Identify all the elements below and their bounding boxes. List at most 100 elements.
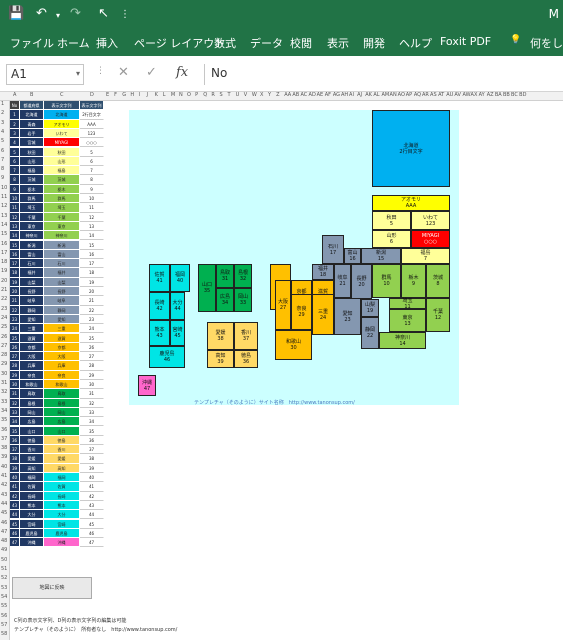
table-cell[interactable]: 福井	[44, 268, 80, 278]
row-header[interactable]: 41	[1, 473, 7, 479]
column-header[interactable]: E	[106, 92, 109, 98]
table-cell[interactable]: 岩手	[20, 128, 44, 139]
table-cell[interactable]: 鹿児島	[20, 528, 44, 539]
table-cell[interactable]: 佐賀	[20, 482, 44, 492]
table-cell[interactable]: 沖縄	[44, 538, 80, 548]
table-cell[interactable]: 21	[80, 296, 104, 306]
table-cell[interactable]: 北海道	[20, 110, 44, 120]
table-cell[interactable]: 37	[10, 445, 20, 455]
table-cell[interactable]: 新潟	[20, 240, 44, 250]
table-cell[interactable]: 徳島	[20, 435, 44, 446]
table-cell[interactable]: 宮城	[20, 138, 44, 148]
column-header[interactable]: L	[163, 92, 166, 98]
table-cell[interactable]: 19	[10, 277, 20, 287]
column-header[interactable]: AQ	[414, 92, 421, 98]
table-cell[interactable]: 栃木	[20, 184, 44, 194]
table-cell[interactable]: 21	[10, 296, 20, 306]
table-cell[interactable]: 群馬	[44, 194, 80, 204]
table-cell[interactable]: 愛媛	[44, 454, 80, 464]
table-cell[interactable]: 兵庫	[20, 361, 44, 371]
column-header[interactable]: Y	[268, 92, 271, 98]
column-header[interactable]: P	[195, 92, 198, 98]
table-cell[interactable]: 山形	[20, 156, 44, 167]
ribbon-tab-4[interactable]: 数式	[214, 35, 236, 51]
table-cell[interactable]: 46	[80, 528, 104, 539]
table-cell[interactable]: 12	[80, 212, 104, 222]
chevron-down-icon[interactable]: ▾	[76, 69, 80, 78]
table-cell[interactable]: 6	[10, 156, 20, 167]
table-cell[interactable]: 45	[80, 519, 104, 529]
formula-input[interactable]: No	[204, 64, 563, 85]
table-cell[interactable]: 岐阜	[20, 296, 44, 306]
table-cell[interactable]: 山口	[44, 426, 80, 436]
table-cell[interactable]: 24	[80, 324, 104, 334]
table-cell[interactable]: 38	[10, 454, 20, 464]
name-box[interactable]: A1 ▾	[6, 64, 84, 85]
row-header[interactable]: 36	[1, 427, 7, 433]
table-cell[interactable]: 17	[80, 259, 104, 269]
row-header[interactable]: 29	[1, 361, 7, 367]
table-cell[interactable]: 新潟	[44, 240, 80, 250]
table-cell[interactable]: 40	[80, 473, 104, 483]
table-cell[interactable]: 44	[80, 510, 104, 520]
row-header[interactable]: 55	[1, 603, 7, 609]
row-header[interactable]: 8	[1, 166, 4, 172]
table-cell[interactable]: 東京	[44, 221, 80, 232]
column-header[interactable]: D	[90, 92, 94, 98]
table-cell[interactable]: 44	[10, 510, 20, 520]
row-header[interactable]: 10	[1, 185, 7, 191]
column-header[interactable]: J	[147, 92, 148, 98]
table-cell[interactable]: 18	[10, 268, 20, 278]
table-cell[interactable]: 鳥取	[20, 389, 44, 399]
table-cell[interactable]: 16	[80, 249, 104, 260]
table-cell[interactable]: 栃木	[44, 184, 80, 194]
table-cell[interactable]: 岡山	[44, 407, 80, 418]
column-header[interactable]: AB	[292, 92, 299, 98]
column-header[interactable]: M	[171, 92, 175, 98]
table-cell[interactable]: 3	[10, 128, 20, 139]
table-cell[interactable]: 11	[80, 203, 104, 213]
table-cell[interactable]: 京都	[20, 342, 44, 353]
column-header[interactable]: N	[179, 92, 183, 98]
column-header[interactable]: AK	[365, 92, 372, 98]
row-header[interactable]: 37	[1, 436, 7, 442]
ribbon-tab-1[interactable]: ホーム	[57, 35, 90, 51]
column-header[interactable]: Z	[276, 92, 279, 98]
row-header[interactable]: 48	[1, 538, 7, 544]
table-cell[interactable]: 1	[10, 110, 20, 120]
table-cell[interactable]: 25	[10, 333, 20, 343]
table-cell[interactable]: 47	[80, 538, 104, 548]
column-header[interactable]: I	[138, 92, 139, 98]
column-header[interactable]: BC	[511, 92, 518, 98]
column-header[interactable]: AG	[333, 92, 340, 98]
table-cell[interactable]: 32	[10, 398, 20, 408]
table-cell[interactable]: 25	[80, 333, 104, 343]
row-header[interactable]: 26	[1, 334, 7, 340]
column-header[interactable]: Q	[203, 92, 207, 98]
row-header[interactable]: 24	[1, 315, 7, 321]
row-header[interactable]: 43	[1, 492, 7, 498]
row-header[interactable]: 7	[1, 157, 4, 163]
table-cell[interactable]: 41	[10, 482, 20, 492]
row-header[interactable]: 46	[1, 520, 7, 526]
table-cell[interactable]: 12	[10, 212, 20, 222]
table-header-cell[interactable]: No	[10, 101, 20, 111]
table-cell[interactable]: 山口	[20, 426, 44, 436]
table-cell[interactable]: 36	[10, 435, 20, 446]
table-cell[interactable]: 秋田	[44, 147, 80, 157]
column-header[interactable]: BB	[503, 92, 510, 98]
table-cell[interactable]: 奈良	[44, 370, 80, 380]
table-cell[interactable]: 13	[80, 221, 104, 232]
row-header[interactable]: 56	[1, 613, 7, 619]
table-cell[interactable]: 滋賀	[44, 333, 80, 343]
table-cell[interactable]: 43	[10, 500, 20, 511]
table-cell[interactable]: 佐賀	[44, 482, 80, 492]
row-header[interactable]: 14	[1, 222, 7, 228]
pointer-icon[interactable]: ↖	[98, 6, 109, 21]
column-header[interactable]: AP	[406, 92, 412, 98]
row-header[interactable]: 49	[1, 547, 7, 553]
ribbon-tab-11[interactable]: 何をしま	[530, 35, 563, 51]
row-header[interactable]: 44	[1, 501, 7, 507]
row-header[interactable]: 3	[1, 120, 4, 126]
table-cell[interactable]: 36	[80, 435, 104, 446]
